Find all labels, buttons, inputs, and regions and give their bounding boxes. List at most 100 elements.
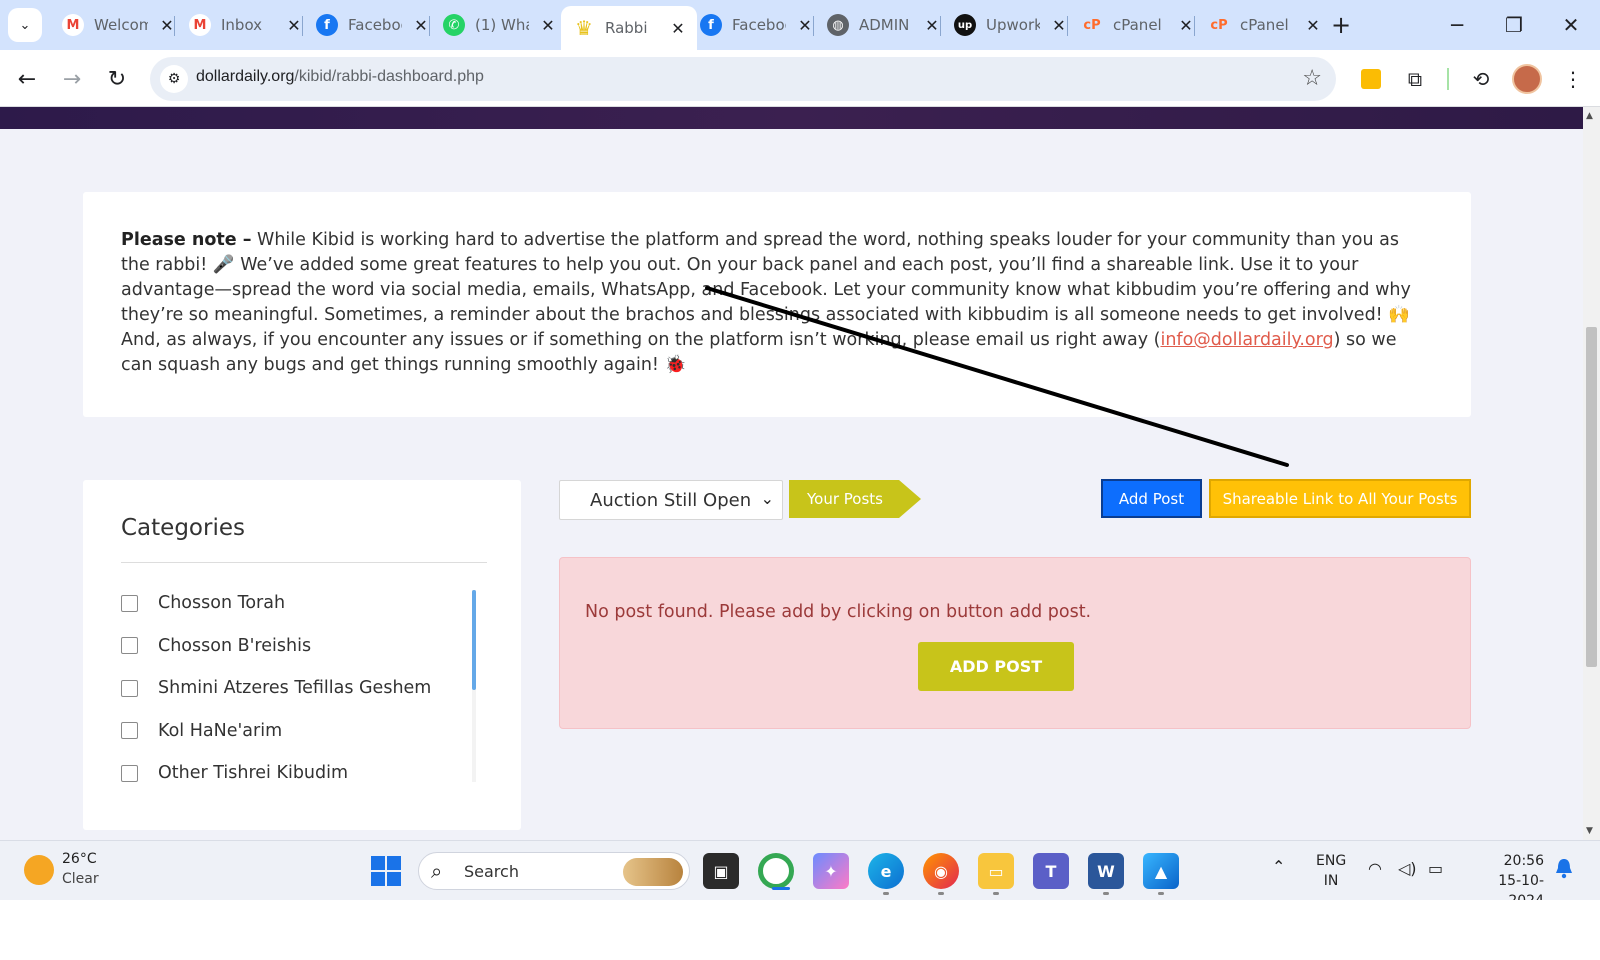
gmail-icon: M [189, 14, 211, 36]
globe-icon: ◍ [827, 14, 849, 36]
search-icon: ⌕ [431, 859, 443, 883]
browser-toolbar: ← → ↻ ⚙ dollardaily.org/kibid/rabbi-dash… [0, 50, 1600, 107]
weather-temperature[interactable]: 26°C [62, 851, 97, 867]
header-banner [0, 107, 1583, 129]
browser-tab[interactable]: M Welcome ✕ [50, 8, 186, 42]
performance-icon[interactable]: ⟲ [1466, 64, 1496, 94]
category-item[interactable]: Other Tishrei Kibudim [121, 752, 471, 795]
taskbar-search[interactable]: ⌕ Search [418, 852, 690, 890]
word-icon[interactable]: W [1088, 853, 1124, 895]
new-tab-button[interactable]: + [1326, 10, 1356, 40]
category-scrollbar-thumb[interactable] [472, 590, 476, 690]
checkbox[interactable] [121, 764, 138, 782]
category-item[interactable]: Shmini Atzeres Tefillas Geshem [121, 667, 471, 710]
tab-title: Facebook [732, 16, 786, 34]
page-viewport: Please note – While Kibid is working har… [0, 107, 1583, 840]
close-icon[interactable]: ✕ [1302, 14, 1324, 36]
forward-button[interactable]: → [55, 62, 89, 96]
edge-icon[interactable]: e [868, 853, 904, 895]
profile-avatar[interactable] [1512, 64, 1542, 94]
site-settings-icon[interactable]: ⚙ [160, 65, 188, 93]
upwork-icon: up [954, 14, 976, 36]
tab-title: Inbox [221, 16, 263, 34]
close-icon[interactable]: ✕ [537, 14, 559, 36]
checkbox[interactable] [121, 594, 138, 612]
windows-start-icon[interactable] [371, 856, 401, 886]
add-post-cta-button[interactable]: ADD POST [918, 642, 1074, 691]
language-indicator[interactable]: ENG IN [1316, 851, 1346, 891]
checkbox[interactable] [121, 637, 138, 655]
search-highlight-icon [623, 858, 683, 886]
close-window-button[interactable]: ✕ [1551, 8, 1591, 42]
browser-tab[interactable]: f Facebook ✕ [304, 8, 440, 42]
category-label: Other Tishrei Kibudim [158, 763, 349, 784]
checkbox[interactable] [121, 679, 138, 697]
url-text[interactable]: dollardaily.org/kibid/rabbi-dashboard.ph… [196, 68, 484, 86]
divider [121, 562, 487, 563]
firefox-icon[interactable]: ◉ [923, 853, 959, 895]
moon-weather-icon[interactable] [24, 855, 54, 885]
chrome-icon[interactable] [758, 853, 794, 890]
your-posts-label[interactable]: Your Posts [789, 480, 899, 518]
file-explorer-icon[interactable]: ▭ [978, 853, 1014, 895]
category-label: Chosson Torah [158, 593, 286, 614]
volume-icon[interactable]: ◁) [1398, 859, 1417, 878]
bookmark-star-icon[interactable]: ☆ [1302, 66, 1322, 91]
tab-search-button[interactable]: ⌄ [8, 8, 42, 42]
back-button[interactable]: ← [10, 62, 44, 96]
browser-tab[interactable]: cP cPanel ✕ [1069, 8, 1205, 42]
category-label: Shmini Atzeres Tefillas Geshem [158, 678, 432, 699]
facebook-icon: f [316, 14, 338, 36]
scroll-up-icon[interactable]: ▲ [1586, 111, 1593, 121]
page-scrollbar[interactable]: ▲ ▼ [1583, 107, 1600, 840]
browser-tab[interactable]: up Upwork ✕ [942, 8, 1078, 42]
tab-title: Rabbi [605, 19, 648, 37]
shareable-link-button[interactable]: Shareable Link to All Your Posts [1209, 479, 1471, 518]
category-list: Chosson Torah Chosson B'reishis Shmini A… [121, 582, 471, 795]
copilot-icon[interactable]: ✦ [813, 853, 849, 889]
scrollbar-thumb[interactable] [1586, 327, 1597, 667]
close-icon[interactable]: ✕ [667, 17, 689, 39]
menu-kebab-icon[interactable]: ⋮ [1558, 64, 1588, 94]
teams-icon[interactable]: T [1033, 853, 1069, 889]
task-view-icon[interactable]: ▣ [703, 853, 739, 889]
alert-message: No post found. Please add by clicking on… [585, 602, 1092, 622]
browser-tab[interactable]: M Inbox ✕ [177, 8, 313, 42]
chevron-down-icon: ⌄ [19, 17, 31, 33]
tab-title: Upwork [986, 16, 1040, 34]
categories-card: Categories Chosson Torah Chosson B'reish… [83, 480, 521, 830]
scroll-down-icon[interactable]: ▼ [1586, 826, 1593, 836]
screen-bottom-area [0, 900, 1600, 960]
reload-button[interactable]: ↻ [100, 62, 134, 96]
address-bar[interactable]: ⚙ dollardaily.org/kibid/rabbi-dashboard.… [150, 57, 1336, 101]
photos-icon[interactable]: ▲ [1143, 853, 1179, 895]
category-item[interactable]: Chosson B'reishis [121, 625, 471, 668]
weather-condition[interactable]: Clear [62, 871, 99, 887]
windows-taskbar: 26°C Clear ⌕ Search ▣ ✦ e ◉ ▭ T W ▲ ⌃ EN… [0, 840, 1600, 909]
browser-tab[interactable]: cP cPanel ✕ [1196, 8, 1332, 42]
minimize-button[interactable]: ─ [1437, 8, 1477, 42]
tab-title: ADMIN [859, 16, 910, 34]
restore-button[interactable]: ❐ [1494, 8, 1534, 42]
category-item[interactable]: Kol HaNe'arim [121, 710, 471, 753]
checkbox[interactable] [121, 722, 138, 740]
cpanel-icon: cP [1083, 17, 1101, 33]
notice-text: Please note – While Kibid is working har… [121, 228, 1431, 378]
browser-tab[interactable]: ◍ ADMIN ✕ [815, 8, 951, 42]
chevron-up-icon[interactable]: ⌃ [1272, 857, 1285, 876]
notification-bell-icon[interactable] [1554, 857, 1574, 879]
add-post-button[interactable]: Add Post [1101, 479, 1202, 518]
category-item[interactable]: Chosson Torah [121, 582, 471, 625]
extension-keep-icon[interactable] [1356, 64, 1386, 94]
auction-status-select[interactable]: Auction Still Open ⌄ [559, 480, 783, 520]
browser-tab[interactable]: f Facebook ✕ [688, 8, 824, 42]
wifi-icon[interactable]: ◠ [1368, 859, 1382, 878]
browser-tab[interactable]: ✆ (1) WhatsApp ✕ [431, 8, 567, 42]
browser-tab-strip: ⌄ M Welcome ✕ M Inbox ✕ f Facebook ✕ ✆ (… [0, 0, 1600, 50]
extensions-puzzle-icon[interactable]: ⧉ [1400, 64, 1430, 94]
battery-icon[interactable]: ▭ [1428, 859, 1443, 878]
notice-card: Please note – While Kibid is working har… [83, 192, 1471, 417]
category-label: Chosson B'reishis [158, 635, 312, 656]
browser-tab-active[interactable]: ♛ Rabbi ✕ [561, 6, 697, 50]
support-email-link[interactable]: info@dollardaily.org [1160, 330, 1333, 350]
